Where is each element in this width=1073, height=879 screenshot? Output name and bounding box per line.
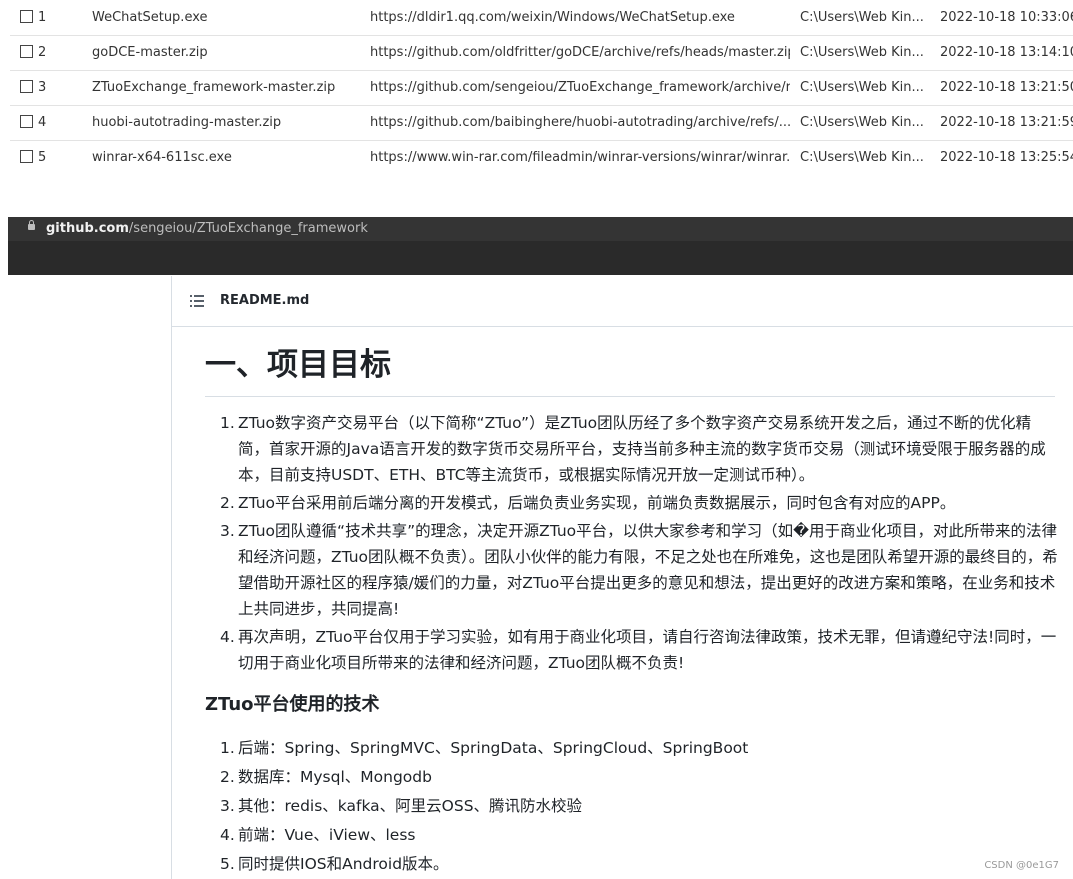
item-number: 4. [220,628,235,646]
item-number: 3. [220,797,235,815]
list-item: 3. ZTuo团队遵循“技术共享”的理念，决定开源ZTuo平台，以供大家参考和学习… [220,518,1060,622]
list-unordered-icon[interactable] [190,295,204,307]
list-item: 1. ZTuo数字资产交易平台（以下简称“ZTuo”）是ZTuo团队历经了多个数字… [220,410,1060,488]
file-url: https://github.com/sengeiou/ZTuoExchange… [370,80,790,95]
file-url: https://www.win-rar.com/fileadmin/winrar… [370,150,790,165]
address-bar[interactable]: github.com/sengeiou/ZTuoExchange_framewo… [8,217,1073,241]
item-text: 数据库：Mysql、Mongodb [238,768,432,786]
row-checkbox[interactable] [20,79,33,93]
file-url: https://github.com/baibinghere/huobi-aut… [370,115,790,130]
file-time: 2022-10-18 13:25:54 [940,150,1073,165]
file-path: C:\Users\Web Kin... [800,80,924,95]
file-name: huobi-autotrading-master.zip [92,115,282,130]
file-name: ZTuoExchange_framework-master.zip [92,80,336,95]
row-index: 2 [38,45,47,60]
item-text: 同时提供IOS和Android版本。 [238,855,449,873]
item-number: 5. [220,855,235,873]
file-url: https://github.com/oldfritter/goDCE/arch… [370,45,790,60]
file-path: C:\Users\Web Kin... [800,10,924,25]
watermark: CSDN @0e1G7 [984,860,1059,871]
file-time: 2022-10-18 13:14:10 [940,45,1073,60]
file-time: 2022-10-18 10:33:06 [940,10,1073,25]
browser-chrome: github.com/sengeiou/ZTuoExchange_framewo… [8,217,1073,275]
file-name: winrar-x64-611sc.exe [92,150,232,165]
item-text: 再次声明，ZTuo平台仅用于学习实验，如有用于商业化项目，请自行咨询法律政策，技… [238,628,1057,672]
item-number: 1. [220,739,235,757]
item-number: 2. [220,494,235,512]
goals-list: 1. ZTuo数字资产交易平台（以下简称“ZTuo”）是ZTuo团队历经了多个数字… [220,410,1060,678]
readme-header: README.md [172,276,1073,327]
file-path: C:\Users\Web Kin... [800,115,924,130]
row-index: 1 [38,10,47,25]
table-row[interactable]: 2 goDCE-master.zip https://github.com/ol… [10,35,1073,71]
list-item: 3. 其他：redis、kafka、阿里云OSS、腾讯防水校验 [220,792,1020,821]
item-number: 3. [220,522,235,540]
file-time: 2022-10-18 13:21:50 [940,80,1073,95]
table-row[interactable]: 5 winrar-x64-611sc.exe https://www.win-r… [10,140,1073,175]
item-number: 1. [220,414,235,432]
file-time: 2022-10-18 13:21:59 [940,115,1073,130]
file-path: C:\Users\Web Kin... [800,45,924,60]
table-row[interactable]: 4 huobi-autotrading-master.zip https://g… [10,105,1073,141]
item-number: 2. [220,768,235,786]
list-item: 2. 数据库：Mysql、Mongodb [220,763,1020,792]
file-name: goDCE-master.zip [92,45,208,60]
item-text: 前端：Vue、iView、less [238,826,416,844]
item-text: 其他：redis、kafka、阿里云OSS、腾讯防水校验 [238,797,583,815]
table-row[interactable]: 1 WeChatSetup.exe https://dldir1.qq.com/… [10,0,1073,36]
table-row[interactable]: 3 ZTuoExchange_framework-master.zip http… [10,70,1073,106]
list-item: 1. 后端：Spring、SpringMVC、SpringData、SpringC… [220,734,1020,763]
row-checkbox[interactable] [20,114,33,128]
item-text: ZTuo平台采用前后端分离的开发模式，后端负责业务实现，前端负责数据展示，同时包… [238,494,956,512]
row-checkbox[interactable] [20,9,33,23]
row-index: 4 [38,115,47,130]
item-number: 4. [220,826,235,844]
row-checkbox[interactable] [20,149,33,163]
address-host: github.com [46,221,129,236]
item-text: ZTuo数字资产交易平台（以下简称“ZTuo”）是ZTuo团队历经了多个数字资产… [238,414,1046,484]
list-item: 5. 同时提供IOS和Android版本。 [220,850,1020,879]
file-path: C:\Users\Web Kin... [800,150,924,165]
file-url: https://dldir1.qq.com/weixin/Windows/WeC… [370,10,735,25]
item-text: 后端：Spring、SpringMVC、SpringData、SpringClo… [238,739,749,757]
tech-heading: ZTuo平台使用的技术 [205,694,380,715]
row-checkbox[interactable] [20,44,33,58]
file-name: WeChatSetup.exe [92,10,208,25]
list-item: 2. ZTuo平台采用前后端分离的开发模式，后端负责业务实现，前端负责数据展示，同… [220,490,1060,516]
address-url[interactable]: github.com/sengeiou/ZTuoExchange_framewo… [46,217,368,241]
row-index: 3 [38,80,47,95]
list-item: 4. 前端：Vue、iView、less [220,821,1020,850]
tech-list: 1. 后端：Spring、SpringMVC、SpringData、SpringC… [220,734,1020,879]
readme-file-name: README.md [220,293,310,308]
item-text: ZTuo团队遵循“技术共享”的理念，决定开源ZTuo平台，以供大家参考和学习（如… [238,522,1058,618]
address-path: /sengeiou/ZTuoExchange_framework [128,221,368,236]
lock-icon [28,220,35,230]
list-item: 4. 再次声明，ZTuo平台仅用于学习实验，如有用于商业化项目，请自行咨询法律政策… [220,624,1060,676]
row-index: 5 [38,150,47,165]
readme-heading: 一、项目目标 [205,338,1055,397]
readme-panel: README.md 一、项目目标 1. ZTuo数字资产交易平台（以下简称“ZTu… [171,276,1073,879]
